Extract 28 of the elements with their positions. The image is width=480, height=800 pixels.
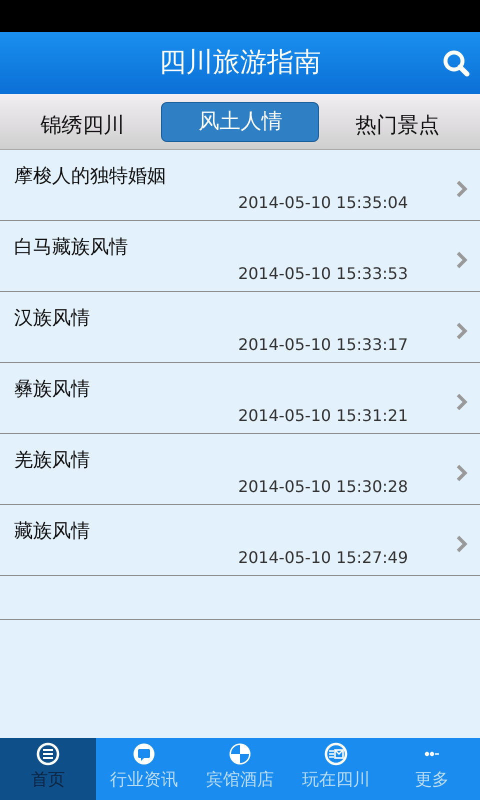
chat-icon — [132, 742, 156, 766]
article-title[interactable]: 藏族风情 — [14, 517, 90, 546]
search-icon[interactable] — [442, 49, 470, 77]
quadrant-circle-icon — [228, 742, 252, 766]
envelope-icon — [324, 742, 348, 766]
article-title[interactable]: 摩梭人的独特婚姻 — [14, 162, 166, 190]
article-title[interactable]: 白马藏族风情 — [14, 233, 128, 262]
article-date: 2014-05-10 15:35:04 — [238, 192, 408, 214]
tab[interactable]: 热门景点 — [322, 106, 472, 146]
chevron-right-icon — [456, 535, 468, 553]
tab[interactable]: 锦绣四川 — [8, 106, 158, 146]
article-title[interactable]: 汉族风情 — [14, 304, 90, 332]
list-icon — [36, 742, 60, 766]
article-date: 2014-05-10 15:33:17 — [238, 334, 408, 356]
chevron-right-icon — [456, 251, 468, 269]
article-title[interactable]: 羌族风情 — [14, 446, 90, 474]
article-date: 2014-05-10 15:27:49 — [238, 547, 408, 569]
article-date: 2014-05-10 15:33:53 — [238, 263, 408, 285]
chevron-right-icon — [456, 393, 468, 411]
chevron-right-icon — [456, 322, 468, 340]
article-title[interactable]: 彝族风情 — [14, 375, 90, 404]
app-title: 四川旅游指南 — [159, 46, 321, 80]
chevron-right-icon — [456, 464, 468, 482]
tab[interactable]: 风土人情 — [161, 102, 320, 142]
dots-icon — [424, 750, 440, 758]
chevron-right-icon — [456, 180, 468, 198]
article-date: 2014-05-10 15:31:21 — [238, 405, 408, 427]
article-date: 2014-05-10 15:30:28 — [238, 476, 408, 498]
